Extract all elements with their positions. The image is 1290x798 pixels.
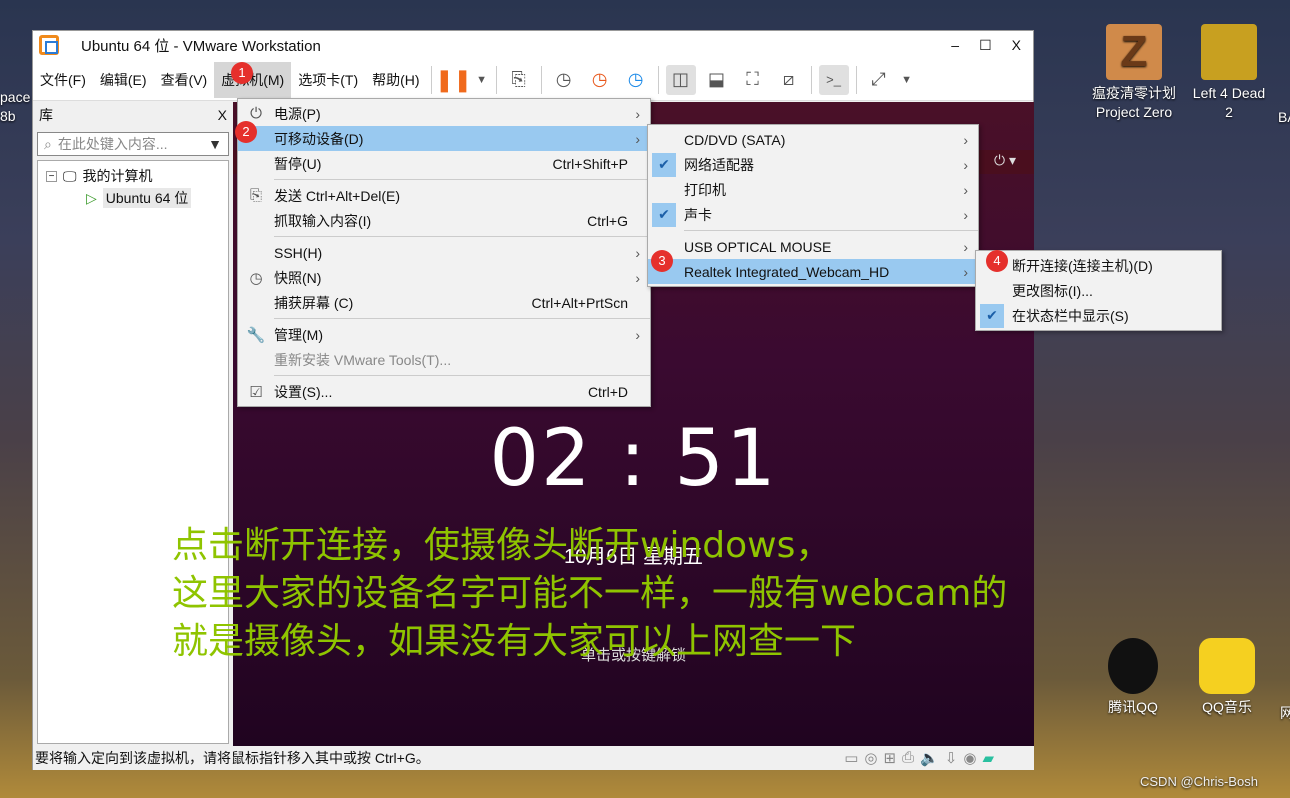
device-network-adapter[interactable]: ✔ 网络适配器 ›: [648, 152, 978, 177]
menu-item-grab-input[interactable]: 抓取输入内容(I) Ctrl+G: [238, 208, 650, 233]
snapshot-icon[interactable]: ◷: [549, 65, 579, 95]
menu-item-removable-devices[interactable]: 可移动设备(D) ›: [238, 126, 650, 151]
toolbar: 文件(F) 编辑(E) 查看(V) 虚拟机(M) 选项卡(T) 帮助(H) ❚❚…: [33, 59, 1033, 101]
webcam-icon[interactable]: ◉: [963, 749, 976, 767]
menu-edit[interactable]: 编辑(E): [93, 62, 154, 98]
tutorial-annotation: 点击断开连接，使摄像头断开windows， 这里大家的设备名字可能不一样，一般有…: [172, 525, 1008, 662]
title-bar: Ubuntu 64 位 - VMware Workstation – ☐ X: [33, 31, 1033, 59]
tree-item-ubuntu[interactable]: ▷ Ubuntu 64 位: [46, 187, 220, 209]
dropdown-arrow-icon[interactable]: ▼: [900, 65, 914, 95]
menu-item-manage[interactable]: 🔧 管理(M) ›: [238, 322, 650, 347]
desktop-edge-label: pace 8b: [0, 89, 31, 124]
printer-icon[interactable]: ⎙: [902, 749, 914, 767]
step-badge: 4: [986, 250, 1008, 272]
menu-tabs[interactable]: 选项卡(T): [291, 62, 365, 98]
qq-penguin-icon: [1108, 638, 1158, 694]
desktop-icon-qqmusic[interactable]: QQ音乐: [1194, 638, 1260, 717]
thumbnail-bar-icon[interactable]: ⬓: [702, 65, 732, 95]
menu-vm[interactable]: 虚拟机(M): [214, 61, 292, 98]
check-icon: ✔: [652, 152, 676, 177]
message-icon[interactable]: ▰: [982, 749, 994, 767]
step-badge: 2: [235, 121, 257, 143]
removable-devices-menu: CD/DVD (SATA) › ✔ 网络适配器 › 打印机 › ✔ 声卡 › USB OPT…: [647, 124, 979, 287]
desktop-icon-project-zero[interactable]: Z 瘟疫清零计划 Project Zero: [1084, 24, 1184, 122]
qq-music-icon: [1199, 638, 1255, 694]
dropdown-arrow-icon[interactable]: ▼: [475, 65, 489, 95]
vm-menu: ⏻ 电源(P) › 可移动设备(D) › 暂停(U) Ctrl+Shift+P ⎘ 发送 …: [237, 98, 651, 407]
pause-icon[interactable]: ❚❚: [435, 65, 472, 95]
hdd-icon[interactable]: ▭: [844, 749, 858, 767]
step-badge: 3: [651, 250, 673, 272]
guest-clock: 02 : 51: [489, 414, 778, 504]
network-icon[interactable]: ⊞: [884, 749, 897, 767]
search-icon: ⌕: [44, 135, 52, 152]
menu-item-reinstall-tools: 重新安装 VMware Tools(T)...: [274, 351, 452, 368]
menu-help[interactable]: 帮助(H): [365, 62, 426, 98]
device-cd-dvd[interactable]: CD/DVD (SATA) ›: [648, 127, 978, 152]
snapshot-manager-icon[interactable]: ◷: [621, 65, 651, 95]
menu-item-pause[interactable]: 暂停(U) Ctrl+Shift+P: [238, 151, 650, 176]
step-badge: 1: [231, 62, 253, 84]
stretch-icon[interactable]: ⤢: [864, 65, 894, 95]
desktop-icon-left4dead2[interactable]: Left 4 Dead 2: [1184, 24, 1274, 122]
snapshot-icon: ◷: [249, 269, 263, 287]
check-icon: ✔: [980, 303, 1004, 328]
unity-icon[interactable]: ⧄: [774, 65, 804, 95]
vm-running-icon: ▷: [86, 189, 97, 206]
library-title: 库: [39, 107, 53, 123]
close-button[interactable]: X: [1012, 37, 1021, 54]
fullscreen-icon[interactable]: ⛶: [738, 65, 768, 95]
guest-power-icon[interactable]: ⏻ ▾: [994, 152, 1016, 169]
settings-icon: ☑: [249, 383, 263, 401]
left4dead-icon: [1201, 24, 1257, 80]
status-bar: 要将输入定向到该虚拟机，请将鼠标指针移入其中或按 Ctrl+G。 ▭ ◎ ⊞ ⎙…: [33, 746, 1034, 770]
send-keys-icon: ⎘: [249, 187, 262, 204]
usb-icon[interactable]: ⇩: [945, 749, 958, 767]
webcam-change-icon[interactable]: 更改图标(I)...: [976, 278, 1221, 303]
send-ctrl-alt-del-icon[interactable]: ⎘: [504, 65, 534, 95]
cd-icon[interactable]: ◎: [864, 749, 877, 767]
window-title: Ubuntu 64 位 - VMware Workstation: [81, 37, 321, 55]
sound-icon[interactable]: 🔈: [920, 749, 939, 767]
menu-file[interactable]: 文件(F): [33, 62, 93, 98]
watermark: CSDN @Chris-Bosh: [1140, 774, 1258, 789]
device-sound-card[interactable]: ✔ 声卡 ›: [648, 202, 978, 227]
tree-item-my-computer[interactable]: − 🖵 我的计算机: [46, 165, 220, 187]
menu-item-power[interactable]: ⏻ 电源(P) ›: [238, 101, 650, 126]
webcam-show-in-statusbar[interactable]: ✔ 在状态栏中显示(S): [976, 303, 1221, 328]
project-zero-icon: Z: [1106, 24, 1162, 80]
device-usb-mouse[interactable]: USB OPTICAL MOUSE ›: [648, 234, 978, 259]
revert-snapshot-icon[interactable]: ◷: [585, 65, 615, 95]
menu-item-snapshot[interactable]: ◷ 快照(N) ›: [238, 265, 650, 290]
menu-view[interactable]: 查看(V): [154, 62, 215, 98]
menu-item-settings[interactable]: ☑ 设置(S)... Ctrl+D: [238, 379, 650, 404]
menu-item-capture-screen[interactable]: 捕获屏幕 (C) Ctrl+Alt+PrtScn: [238, 290, 650, 315]
console-view-icon[interactable]: >_: [818, 64, 849, 95]
desktop-edge-label: 网: [1280, 705, 1290, 721]
wrench-icon: 🔧: [246, 326, 266, 344]
desktop-icon-qq[interactable]: 腾讯QQ: [1100, 638, 1166, 717]
minimize-button[interactable]: –: [951, 37, 959, 54]
device-printer[interactable]: 打印机 ›: [648, 177, 978, 202]
chevron-down-icon[interactable]: ▼: [208, 136, 222, 152]
check-icon: ✔: [652, 202, 676, 227]
maximize-button[interactable]: ☐: [979, 37, 992, 54]
computer-icon: 🖵: [63, 167, 77, 184]
menu-item-ssh[interactable]: SSH(H) ›: [238, 240, 650, 265]
power-icon: ⏻: [250, 105, 262, 122]
library-close-button[interactable]: X: [218, 107, 227, 123]
show-library-icon[interactable]: ◫: [665, 64, 696, 95]
status-text: 要将输入定向到该虚拟机，请将鼠标指针移入其中或按 Ctrl+G。: [35, 750, 430, 766]
menu-item-send-ctrl-alt-del[interactable]: ⎘ 发送 Ctrl+Alt+Del(E): [238, 183, 650, 208]
webcam-disconnect[interactable]: 断开连接(连接主机)(D): [976, 253, 1221, 278]
desktop-edge-label: BA: [1278, 109, 1290, 125]
webcam-menu: 断开连接(连接主机)(D) 更改图标(I)... ✔ 在状态栏中显示(S): [975, 250, 1222, 331]
device-webcam[interactable]: Realtek Integrated_Webcam_HD ›: [648, 259, 978, 284]
library-search-input[interactable]: ⌕ 在此处键入内容... ▼: [37, 132, 229, 156]
vmware-logo-icon: [39, 35, 59, 55]
